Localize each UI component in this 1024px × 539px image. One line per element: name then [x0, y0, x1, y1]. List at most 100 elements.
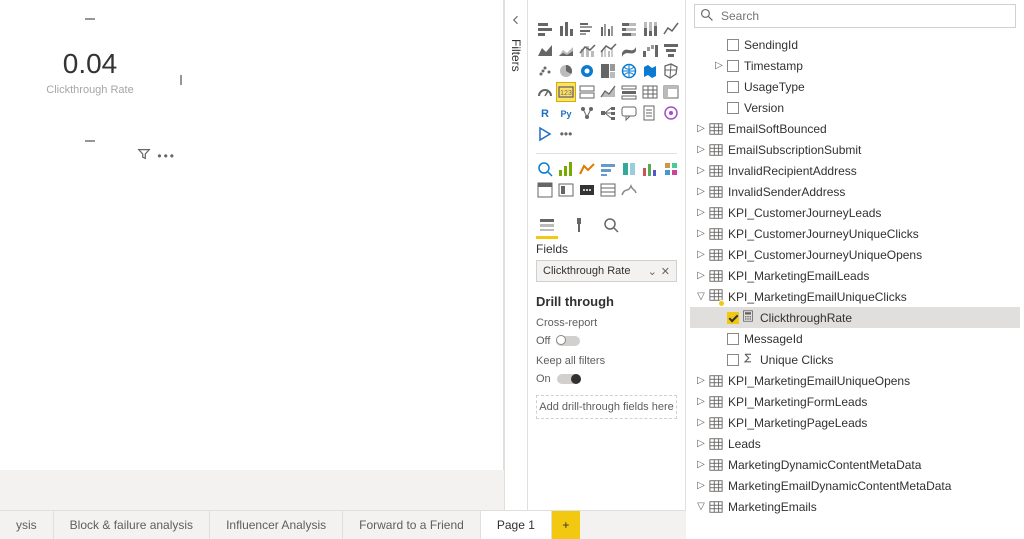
fields-search[interactable]	[694, 4, 1016, 28]
ribbon-chart-icon[interactable]	[620, 41, 638, 59]
cross-report-toggle[interactable]: Off	[536, 335, 677, 347]
expand-icon[interactable]: ▷	[694, 228, 708, 239]
custom-visual-icon[interactable]	[578, 181, 596, 199]
expand-icon[interactable]: ▷	[694, 144, 708, 155]
tree-row[interactable]: Version	[690, 97, 1020, 118]
tree-row[interactable]: ▷MarketingEmailDynamicContentMetaData	[690, 475, 1020, 496]
powerapps-icon[interactable]	[536, 125, 554, 143]
remove-field-icon[interactable]: ✕	[661, 265, 670, 278]
arcgis-icon[interactable]	[662, 104, 680, 122]
expand-filters-icon[interactable]	[505, 0, 527, 29]
area-chart-icon[interactable]	[536, 41, 554, 59]
stacked-bar-icon[interactable]	[536, 20, 554, 38]
tree-row[interactable]: ▷KPI_CustomerJourneyLeads	[690, 202, 1020, 223]
multirow-card-icon[interactable]	[578, 83, 596, 101]
filters-pane-collapsed[interactable]: Filters	[504, 0, 528, 510]
expand-icon[interactable]: ▷	[694, 123, 708, 134]
tree-row[interactable]: ▷EmailSubscriptionSubmit	[690, 139, 1020, 160]
matrix-icon[interactable]	[662, 83, 680, 101]
custom-visual-icon[interactable]	[599, 160, 617, 178]
expand-icon[interactable]: ▷	[694, 270, 708, 281]
tree-row[interactable]: ▷KPI_MarketingEmailUniqueOpens	[690, 370, 1020, 391]
tree-row[interactable]: ▷MarketingDynamicContentMetaData	[690, 454, 1020, 475]
chevron-down-icon[interactable]: ⌄	[648, 265, 657, 278]
expand-icon[interactable]: ▷	[694, 459, 708, 470]
expand-icon[interactable]: ▷	[694, 165, 708, 176]
resize-handle[interactable]	[85, 140, 95, 142]
treemap-icon[interactable]	[599, 62, 617, 80]
r-visual-icon[interactable]: R	[536, 104, 554, 122]
more-visuals-icon[interactable]: •••	[557, 125, 575, 143]
format-tab[interactable]	[568, 211, 590, 239]
report-canvas[interactable]: 0.04 Clickthrough Rate •••	[0, 0, 504, 470]
stacked-column-icon[interactable]	[557, 20, 575, 38]
drillthrough-drop-zone[interactable]: Add drill-through fields here	[536, 395, 677, 419]
tree-row[interactable]: ClickthroughRate	[690, 307, 1020, 328]
expand-icon[interactable]: ▷	[694, 207, 708, 218]
fields-well[interactable]: Clickthrough Rate ⌄ ✕	[536, 260, 677, 282]
funnel-icon[interactable]	[662, 41, 680, 59]
resize-handle[interactable]	[172, 18, 182, 28]
add-page-button[interactable]: +	[552, 511, 580, 539]
custom-visual-icon[interactable]	[641, 160, 659, 178]
clustered-column-icon[interactable]	[599, 20, 617, 38]
keep-filters-toggle[interactable]: On	[536, 373, 677, 385]
scatter-icon[interactable]	[536, 62, 554, 80]
page-tab[interactable]: Influencer Analysis	[210, 511, 343, 539]
decomposition-icon[interactable]	[599, 104, 617, 122]
field-checkbox[interactable]	[726, 353, 740, 367]
field-checkbox[interactable]	[726, 80, 740, 94]
stacked100-column-icon[interactable]	[641, 20, 659, 38]
page-tab[interactable]: Page 1	[481, 511, 552, 539]
tree-row[interactable]: ▷EmailSoftBounced	[690, 118, 1020, 139]
tree-row[interactable]: ▷KPI_MarketingPageLeads	[690, 412, 1020, 433]
donut-icon[interactable]	[578, 62, 596, 80]
tree-row[interactable]: ▽KPI_MarketingEmailUniqueClicks	[690, 286, 1020, 307]
tree-row[interactable]: MessageId	[690, 328, 1020, 349]
page-tab[interactable]: ysis	[0, 511, 54, 539]
line-column-icon[interactable]	[578, 41, 596, 59]
field-checkbox[interactable]	[726, 59, 740, 73]
page-tab[interactable]: Forward to a Friend	[343, 511, 481, 539]
gauge-icon[interactable]	[536, 83, 554, 101]
expand-icon[interactable]: ▷	[694, 438, 708, 449]
waterfall-icon[interactable]	[641, 41, 659, 59]
table-icon[interactable]	[641, 83, 659, 101]
expand-icon[interactable]: ▷	[694, 186, 708, 197]
expand-icon[interactable]: ▷	[694, 480, 708, 491]
stacked100-bar-icon[interactable]	[620, 20, 638, 38]
custom-visual-icon[interactable]	[578, 160, 596, 178]
map-icon[interactable]	[620, 62, 638, 80]
expand-icon[interactable]: ▷	[694, 249, 708, 260]
resize-handle[interactable]	[180, 75, 182, 85]
tree-row[interactable]: ▷KPI_CustomerJourneyUniqueOpens	[690, 244, 1020, 265]
tree-row[interactable]: ▷Leads	[690, 433, 1020, 454]
kpi-icon[interactable]	[599, 83, 617, 101]
card-icon[interactable]: 123	[557, 83, 575, 101]
tree-row[interactable]: ▽MarketingEmails	[690, 496, 1020, 517]
filled-map-icon[interactable]	[641, 62, 659, 80]
custom-visual-icon[interactable]	[620, 181, 638, 199]
tree-row[interactable]: UsageType	[690, 76, 1020, 97]
expand-icon[interactable]: ▷	[712, 60, 726, 71]
tree-row[interactable]: ▷Timestamp	[690, 55, 1020, 76]
custom-visual-icon[interactable]	[536, 160, 554, 178]
clustered-bar-icon[interactable]	[578, 20, 596, 38]
field-checkbox[interactable]	[726, 332, 740, 346]
qa-visual-icon[interactable]	[620, 104, 638, 122]
key-influencers-icon[interactable]	[578, 104, 596, 122]
field-checkbox[interactable]	[726, 311, 740, 325]
stacked-area-icon[interactable]	[557, 41, 575, 59]
search-input[interactable]	[719, 8, 1015, 24]
fields-tab[interactable]	[536, 211, 558, 239]
filter-icon[interactable]	[137, 147, 151, 164]
expand-icon[interactable]: ▷	[694, 417, 708, 428]
resize-handle[interactable]	[85, 18, 95, 20]
tree-row[interactable]: SendingId	[690, 34, 1020, 55]
python-visual-icon[interactable]: Py	[557, 104, 575, 122]
paginated-icon[interactable]	[641, 104, 659, 122]
custom-visual-icon[interactable]	[536, 181, 554, 199]
custom-visual-icon[interactable]	[620, 160, 638, 178]
tree-row[interactable]: ▷KPI_MarketingEmailLeads	[690, 265, 1020, 286]
tree-row[interactable]: ▷InvalidRecipientAddress	[690, 160, 1020, 181]
